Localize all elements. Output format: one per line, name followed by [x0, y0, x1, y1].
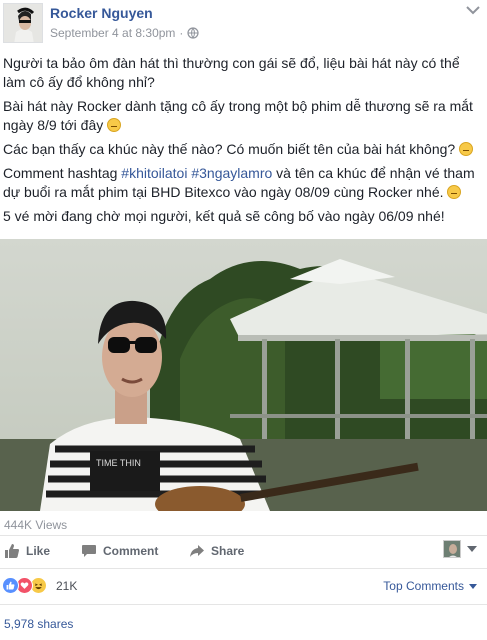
relieved-emoji-icon: [107, 118, 122, 132]
post-options-chevron-icon[interactable]: [465, 4, 481, 16]
comment-button[interactable]: Comment: [81, 543, 158, 559]
divider: [0, 568, 487, 569]
reactions-summary: 21K Top Comments: [0, 574, 487, 598]
chevron-down-icon: [469, 583, 477, 589]
message-paragraph: Các bạn thấy ca khúc này thế nào? Có muố…: [3, 140, 481, 159]
chevron-down-icon[interactable]: [467, 546, 477, 553]
reaction-count[interactable]: 21K: [56, 579, 77, 593]
hashtag-link[interactable]: #3ngaylamro: [191, 165, 272, 181]
message-paragraph: Comment hashtag #khitoilatoi #3ngaylamro…: [3, 165, 475, 200]
message-paragraph: Bài hát này Rocker dành tặng cô ấy trong…: [3, 98, 473, 133]
action-bar: Like Comment Share: [0, 540, 487, 564]
author-avatar[interactable]: [3, 3, 43, 43]
top-comments-dropdown[interactable]: Top Comments: [383, 579, 477, 593]
post-message: Người ta bảo ôm đàn hát thì thường con g…: [3, 54, 481, 231]
like-label: Like: [26, 544, 51, 558]
avatar-image: [4, 4, 42, 42]
share-arrow-icon: [190, 545, 204, 557]
viewer-avatar-image: [444, 541, 460, 557]
top-comments-label: Top Comments: [383, 579, 464, 593]
relieved-emoji-icon: [447, 185, 462, 199]
wink-emoji-icon: [459, 142, 474, 156]
divider: [0, 604, 487, 605]
like-icon: [2, 577, 19, 594]
comment-label: Comment: [103, 544, 159, 558]
comment-icon: [82, 545, 96, 557]
like-button[interactable]: Like: [4, 543, 50, 559]
view-count: 444K Views: [4, 518, 68, 532]
message-paragraph: 5 vé mời đang chờ mọi người, kết quả sẽ …: [3, 208, 445, 224]
thumbs-up-icon: [5, 544, 19, 558]
share-count[interactable]: 5,978 shares: [4, 617, 73, 631]
message-paragraph: Người ta bảo ôm đàn hát thì thường con g…: [3, 55, 460, 90]
hashtag-link[interactable]: #khitoilatoi: [121, 165, 187, 181]
video-player[interactable]: TIME THIN: [0, 239, 487, 511]
facebook-post: Rocker Nguyen September 4 at 8:30pm · Ng…: [0, 0, 487, 640]
video-frame: TIME THIN: [0, 239, 487, 511]
timestamp[interactable]: September 4 at 8:30pm: [50, 26, 175, 40]
author-name[interactable]: Rocker Nguyen: [50, 5, 153, 21]
share-label: Share: [211, 544, 245, 558]
post-as-avatar[interactable]: [443, 540, 461, 558]
divider: [0, 535, 487, 536]
share-button[interactable]: Share: [189, 543, 244, 559]
globe-icon[interactable]: [187, 27, 200, 39]
post-meta: September 4 at 8:30pm ·: [50, 26, 200, 40]
reaction-icons[interactable]: [2, 577, 47, 594]
shirt-print-text: TIME THIN: [96, 458, 141, 468]
post-header: Rocker Nguyen September 4 at 8:30pm ·: [0, 0, 487, 48]
